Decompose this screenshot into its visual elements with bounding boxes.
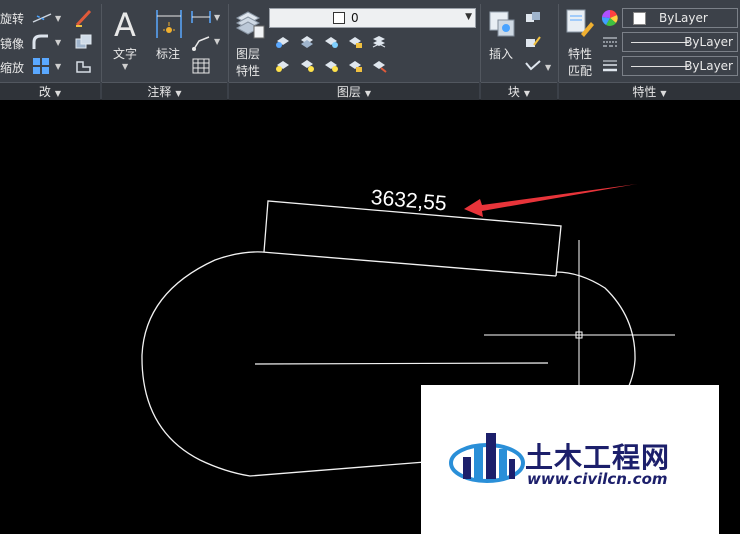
civilcn-logo-icon: [449, 433, 525, 483]
properties-panel-title[interactable]: 特性 ▼: [559, 82, 740, 100]
layer-lock-icon[interactable]: [347, 35, 363, 49]
leader-icon[interactable]: [191, 33, 211, 51]
array-icon[interactable]: [32, 57, 50, 75]
block-panel-title[interactable]: 块 ▼: [481, 82, 557, 100]
linetype-value: ByLayer: [684, 35, 733, 49]
color-dropdown[interactable]: ByLayer: [622, 8, 738, 28]
layer-properties-icon[interactable]: [234, 8, 266, 40]
erase-icon[interactable]: [74, 9, 94, 27]
layer-thaw-icon[interactable]: [323, 59, 339, 73]
layer-on-icon[interactable]: [275, 59, 291, 73]
linetype-preview: [631, 42, 689, 43]
color-wheel-icon[interactable]: [602, 10, 618, 26]
fillet-icon[interactable]: [31, 33, 51, 51]
center-line: [254, 362, 549, 365]
ribbon: 旋转 镜像 缩放 ▼ ▼ ▼ 改 ▼ A 文字 ▼ 标注 ▼ ▼ 注释 ▼ 图层…: [0, 0, 740, 100]
current-layer-dropdown[interactable]: 0 ▼: [269, 8, 476, 28]
svg-text:A: A: [114, 6, 136, 40]
lineweight-value: ByLayer: [684, 59, 733, 73]
layers-panel: 图层 特性 0 ▼ 图层 ▼: [229, 0, 479, 100]
layers-panel-title[interactable]: 图层 ▼: [229, 82, 479, 100]
insert-icon[interactable]: [486, 8, 518, 40]
layer-match-icon[interactable]: [371, 35, 387, 49]
scale-button[interactable]: 缩放: [0, 59, 24, 76]
layer-off-icon[interactable]: [275, 35, 291, 49]
linear-dim-icon[interactable]: [190, 9, 212, 25]
watermark-url: www.civilcn.com: [527, 470, 668, 488]
modify-panel: 旋转 镜像 缩放 ▼ ▼ ▼ 改 ▼: [0, 0, 100, 100]
offset-icon[interactable]: [74, 57, 94, 75]
pointer-arrow: [464, 184, 637, 217]
slot-top-edge: [261, 251, 557, 277]
linetype-dropdown[interactable]: ByLayer: [622, 32, 738, 52]
layer-isolate-icon[interactable]: [299, 35, 315, 49]
match-properties-icon[interactable]: [565, 8, 595, 40]
lineweight-preview: [631, 66, 689, 67]
annotation-panel: A 文字 ▼ 标注 ▼ ▼ 注释 ▼: [102, 0, 227, 100]
match-properties-label-1[interactable]: 特性: [568, 45, 592, 62]
dimension-button-label[interactable]: 标注: [156, 45, 180, 62]
insert-button-label[interactable]: 插入: [489, 45, 513, 62]
annotation-panel-title[interactable]: 注释 ▼: [102, 82, 227, 100]
rotate-button[interactable]: 旋转: [0, 10, 24, 27]
list-icon[interactable]: [602, 59, 618, 73]
text-icon[interactable]: A: [112, 6, 142, 40]
current-layer-name: 0: [351, 11, 359, 25]
layer-properties-label-2[interactable]: 特性: [236, 62, 260, 79]
attribute-icon[interactable]: [525, 59, 541, 73]
modify-panel-title[interactable]: 改 ▼: [0, 82, 100, 100]
chevron-down-icon: ▼: [465, 12, 472, 22]
edit-block-icon[interactable]: [525, 35, 541, 49]
layer-color-swatch: [333, 12, 345, 24]
match-properties-label-2[interactable]: 匹配: [568, 62, 592, 79]
text-button-label[interactable]: 文字: [113, 45, 137, 62]
block-panel: 插入 ▼ 块 ▼: [481, 0, 557, 100]
color-swatch: [633, 12, 646, 25]
dimension-icon[interactable]: [154, 8, 184, 40]
layer-unisolate-icon[interactable]: [299, 59, 315, 73]
linetype-icon[interactable]: [602, 35, 618, 49]
watermark: 土木工程网 www.civilcn.com: [421, 385, 719, 534]
color-value: ByLayer: [659, 11, 708, 25]
layer-walk-icon[interactable]: [371, 59, 387, 73]
table-icon[interactable]: [192, 58, 210, 74]
layer-freeze-icon[interactable]: [323, 35, 339, 49]
lineweight-dropdown[interactable]: ByLayer: [622, 56, 738, 76]
layer-unlock-icon[interactable]: [347, 59, 363, 73]
trim-icon[interactable]: [31, 10, 53, 26]
mirror-button[interactable]: 镜像: [0, 35, 24, 52]
create-block-icon[interactable]: [525, 11, 541, 25]
copy-icon[interactable]: [74, 33, 94, 51]
layer-properties-label-1[interactable]: 图层: [236, 45, 260, 62]
